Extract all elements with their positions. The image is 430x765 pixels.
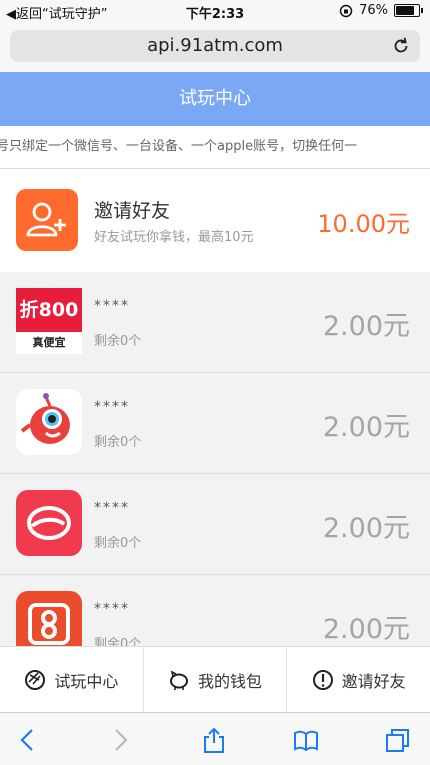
zhe800-icon: 折800 真便宜 [16, 288, 82, 354]
page-title: 试玩中心 [179, 88, 251, 109]
orientation-lock-icon [339, 4, 353, 17]
invite-title: 邀请好友 [94, 200, 171, 222]
task-amount: 2.00元 [322, 614, 410, 645]
task-remain: 剩余0个 [94, 334, 142, 349]
task-amount: 2.00元 [322, 412, 410, 443]
wallet-pig-icon [170, 670, 188, 690]
task-amount: 2.00元 [322, 311, 410, 342]
task-name: **** [94, 500, 130, 516]
page-header: 试玩中心 [0, 72, 430, 126]
reload-icon[interactable] [390, 35, 412, 57]
url-text: api.91atm.com [147, 35, 283, 56]
bookmarks-icon[interactable] [292, 727, 320, 753]
invite-amount: 10.00元 [317, 210, 410, 238]
task-row[interactable]: **** 剩余0个 2.00元 [0, 474, 430, 575]
tab-invite-friends[interactable]: 邀请好友 [287, 647, 430, 713]
status-right: 76% [339, 3, 423, 18]
task-amount: 2.00元 [322, 513, 410, 544]
url-bar[interactable]: api.91atm.com [10, 30, 420, 62]
task-row[interactable]: 折800 真便宜 **** 剩余0个 2.00元 [0, 272, 430, 373]
task-name: **** [94, 298, 130, 314]
task-list: 折800 真便宜 **** 剩余0个 2.00元 **** 剩余0个 2.00元 [0, 272, 430, 676]
zhe800-sub: 真便宜 [32, 336, 66, 349]
tab-label: 我的钱包 [198, 672, 263, 691]
task-name: **** [94, 399, 130, 415]
task-row[interactable]: **** 剩余0个 2.00元 [0, 373, 430, 474]
battery-icon [394, 4, 423, 17]
notice-text: 号只绑定一个微信号、一台设备、一个apple账号，切换任何一 [0, 139, 358, 154]
aperture-icon [25, 670, 46, 690]
tab-trial-center[interactable]: 试玩中心 [0, 647, 144, 713]
tabs-icon[interactable] [384, 727, 412, 753]
zhe800-label: 折800 [16, 288, 82, 332]
tab-label: 邀请好友 [341, 672, 406, 691]
status-bar: ◀返回“试玩守护” 下午2:33 76% [0, 0, 430, 22]
notice-marquee: 号只绑定一个微信号、一台设备、一个apple账号，切换任何一 [0, 126, 430, 169]
browser-address-area: api.91atm.com [0, 22, 430, 72]
invite-friends-row[interactable]: 邀请好友 好友试玩你拿钱，最高10元 10.00元 [0, 169, 430, 273]
browser-toolbar [0, 712, 430, 765]
task-remain: 剩余0个 [94, 536, 142, 551]
red-e-logo-icon [16, 490, 82, 556]
bottom-tabbar: 试玩中心 我的钱包 邀请好友 [0, 646, 430, 713]
tab-my-wallet[interactable]: 我的钱包 [144, 647, 288, 713]
task-name: **** [94, 601, 130, 617]
task-remain: 剩余0个 [94, 435, 142, 450]
alert-circle-icon [312, 670, 333, 690]
share-icon[interactable] [200, 727, 228, 753]
battery-percent: 76% [359, 3, 388, 18]
forward-chevron-icon[interactable] [106, 727, 134, 753]
back-chevron-icon[interactable] [14, 727, 42, 753]
add-user-icon [16, 189, 78, 251]
invite-subtitle: 好友试玩你拿钱，最高10元 [94, 230, 254, 245]
red-monster-icon [16, 389, 82, 455]
tab-label: 试玩中心 [54, 672, 119, 691]
